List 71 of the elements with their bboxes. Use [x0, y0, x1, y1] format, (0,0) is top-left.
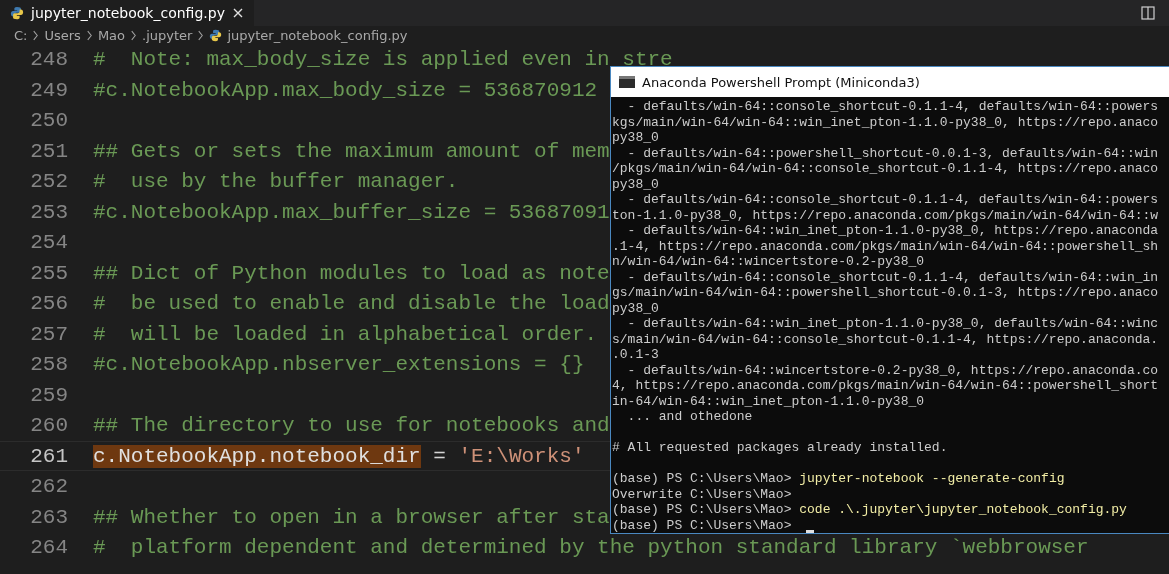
code-line: ## Dict of Python modules to load as note	[93, 260, 610, 287]
editor-tab[interactable]: jupyter_notebook_config.py	[0, 0, 254, 26]
code-line: # platform dependent and determined by the python standard library `webbrowser	[93, 535, 1089, 561]
code-line: #c.NotebookApp.nbserver_extensions = {}	[93, 352, 585, 378]
code-line: ## Whether to open in a browser after sta	[93, 504, 610, 531]
terminal-line: (base) PS C:\Users\Mao> code .\.jupyter\jupyter_notebook_config.py	[612, 502, 1127, 517]
split-editor-icon[interactable]	[1141, 6, 1155, 20]
chevron-icon	[197, 29, 205, 41]
line-number: 258	[29, 352, 68, 378]
terminal-line: - defaults/win-64::console_shortcut-0.1.1-4, defaults/win-64::powers	[626, 192, 1159, 207]
python-icon	[10, 6, 24, 20]
code-line: # be used to enable and disable the load	[93, 291, 610, 317]
window-title: Anaconda Powershell Prompt (Miniconda3)	[642, 74, 920, 90]
breadcrumb-file[interactable]: jupyter_notebook_config.py	[227, 27, 408, 43]
chevron-icon	[130, 29, 137, 41]
line-number: 248	[29, 47, 68, 73]
terminal-line: - defaults/win-64::powershell_shortcut-0.0.1-3, defaults/win-64::win	[626, 145, 1159, 161]
python-icon	[209, 28, 223, 42]
breadcrumb-folder[interactable]: .jupyter	[142, 27, 193, 43]
line-number: 254	[29, 230, 68, 256]
line-number: 260	[29, 413, 68, 439]
terminal-line: - defaults/win-64::console_shortcut-0.1.1-4, defaults/win-64::powers	[626, 99, 1159, 114]
terminal-line: - defaults/win-64::wincertstore-0.2-py38_0, https://repo.anaconda.co	[626, 362, 1159, 378]
chevron-icon	[32, 29, 40, 41]
code-line: #c.NotebookApp.max_body_size = 536870912	[93, 77, 598, 104]
line-number: 251	[29, 138, 68, 165]
console-icon	[619, 76, 635, 88]
chevron-icon	[85, 29, 93, 41]
line-number: 263	[29, 504, 68, 531]
terminal-line: (base) PS C:\Users\Mao> jupyter-notebook --generate-config	[612, 471, 1065, 486]
terminal-line: in-64/win-64::win_inet_pton-1.1.0-py38_0	[612, 393, 925, 409]
line-number: 259	[29, 382, 68, 409]
code-line: #c.NotebookApp.max_buffer_size = 53687091	[93, 199, 610, 226]
line-number: 253	[29, 199, 68, 226]
terminal-line: ... and othedone	[626, 409, 753, 424]
breadcrumb-folder[interactable]: Mao	[97, 27, 125, 43]
terminal-line: n/win-64/win-64::wincertstore-0.2-py38_0	[612, 254, 925, 269]
line-number: 252	[29, 169, 68, 195]
close-icon[interactable]	[231, 7, 244, 19]
line-number: 262	[29, 474, 68, 500]
terminal-line: py38_0	[612, 130, 659, 145]
terminal-line: # All requested packages already installed.	[612, 440, 948, 455]
terminal-line: s/main/win-64/win-64::console_shortcut-0.1.1-4, https://repo.anaconda.	[612, 331, 1159, 347]
terminal-line: .1-4, https://repo.anaconda.com/pkgs/main/win-64/win-64::powershell_sh	[612, 238, 1159, 254]
line-number: 249	[29, 77, 68, 104]
line-number: 250	[29, 108, 68, 134]
line-number: 255	[29, 260, 68, 287]
terminal-line: kgs/main/win-64/win-64::win_inet_pton-1.1.0-py38_0, https://repo.anaco	[612, 114, 1159, 130]
terminal-line: ton-1.1.0-py38_0, https://repo.anaconda.com/pkgs/main/win-64/win-64::w	[612, 207, 1159, 223]
code-line: ## Gets or sets the maximum amount of mem	[93, 138, 610, 165]
terminal-line: - defaults/win-64::win_inet_pton-1.1.0-py38_0, defaults/win-64::winc	[626, 316, 1159, 331]
terminal-line: - defaults/win-64::console_shortcut-0.1.1-4, defaults/win-64::win_in	[626, 269, 1159, 285]
terminal-line: py38_0	[612, 176, 659, 192]
code-line: # Note: max_body_size is applied even in stre	[93, 47, 673, 73]
terminal-line: py38_0	[612, 300, 659, 316]
line-number: 257	[29, 321, 68, 348]
breadcrumb-folder[interactable]: C:	[14, 27, 28, 43]
terminal-line: /pkgs/main/win-64/win-64::console_shortcut-0.1.1-4, https://repo.anaco	[612, 161, 1159, 176]
terminal-line: - defaults/win-64::win_inet_pton-1.1.0-py38_0, https://repo.anaconda	[626, 223, 1159, 238]
terminal-line: 4, https://repo.anaconda.com/pkgs/main/win-64/win-64::powershell_short	[612, 378, 1159, 393]
line-number: 256	[29, 291, 68, 317]
line-number: 261	[29, 443, 68, 470]
terminal-line: Overwrite C:\Users\Mao>	[612, 486, 792, 502]
terminal-line: gs/main/win-64/win-64::powershell_shortcut-0.0.1-3, https://repo.anaco	[612, 285, 1159, 300]
terminal-line: (base) PS C:\Users\Mao>	[612, 517, 793, 533]
breadcrumb-folder[interactable]: Users	[44, 27, 81, 43]
code-line: # use by the buffer manager.	[93, 169, 459, 195]
terminal-line: .0.1-3	[612, 347, 659, 362]
code-line: ## The directory to use for notebooks and	[93, 413, 610, 439]
code-line: # will be loaded in alphabetical order.	[93, 321, 598, 348]
line-number: 264	[29, 535, 68, 561]
